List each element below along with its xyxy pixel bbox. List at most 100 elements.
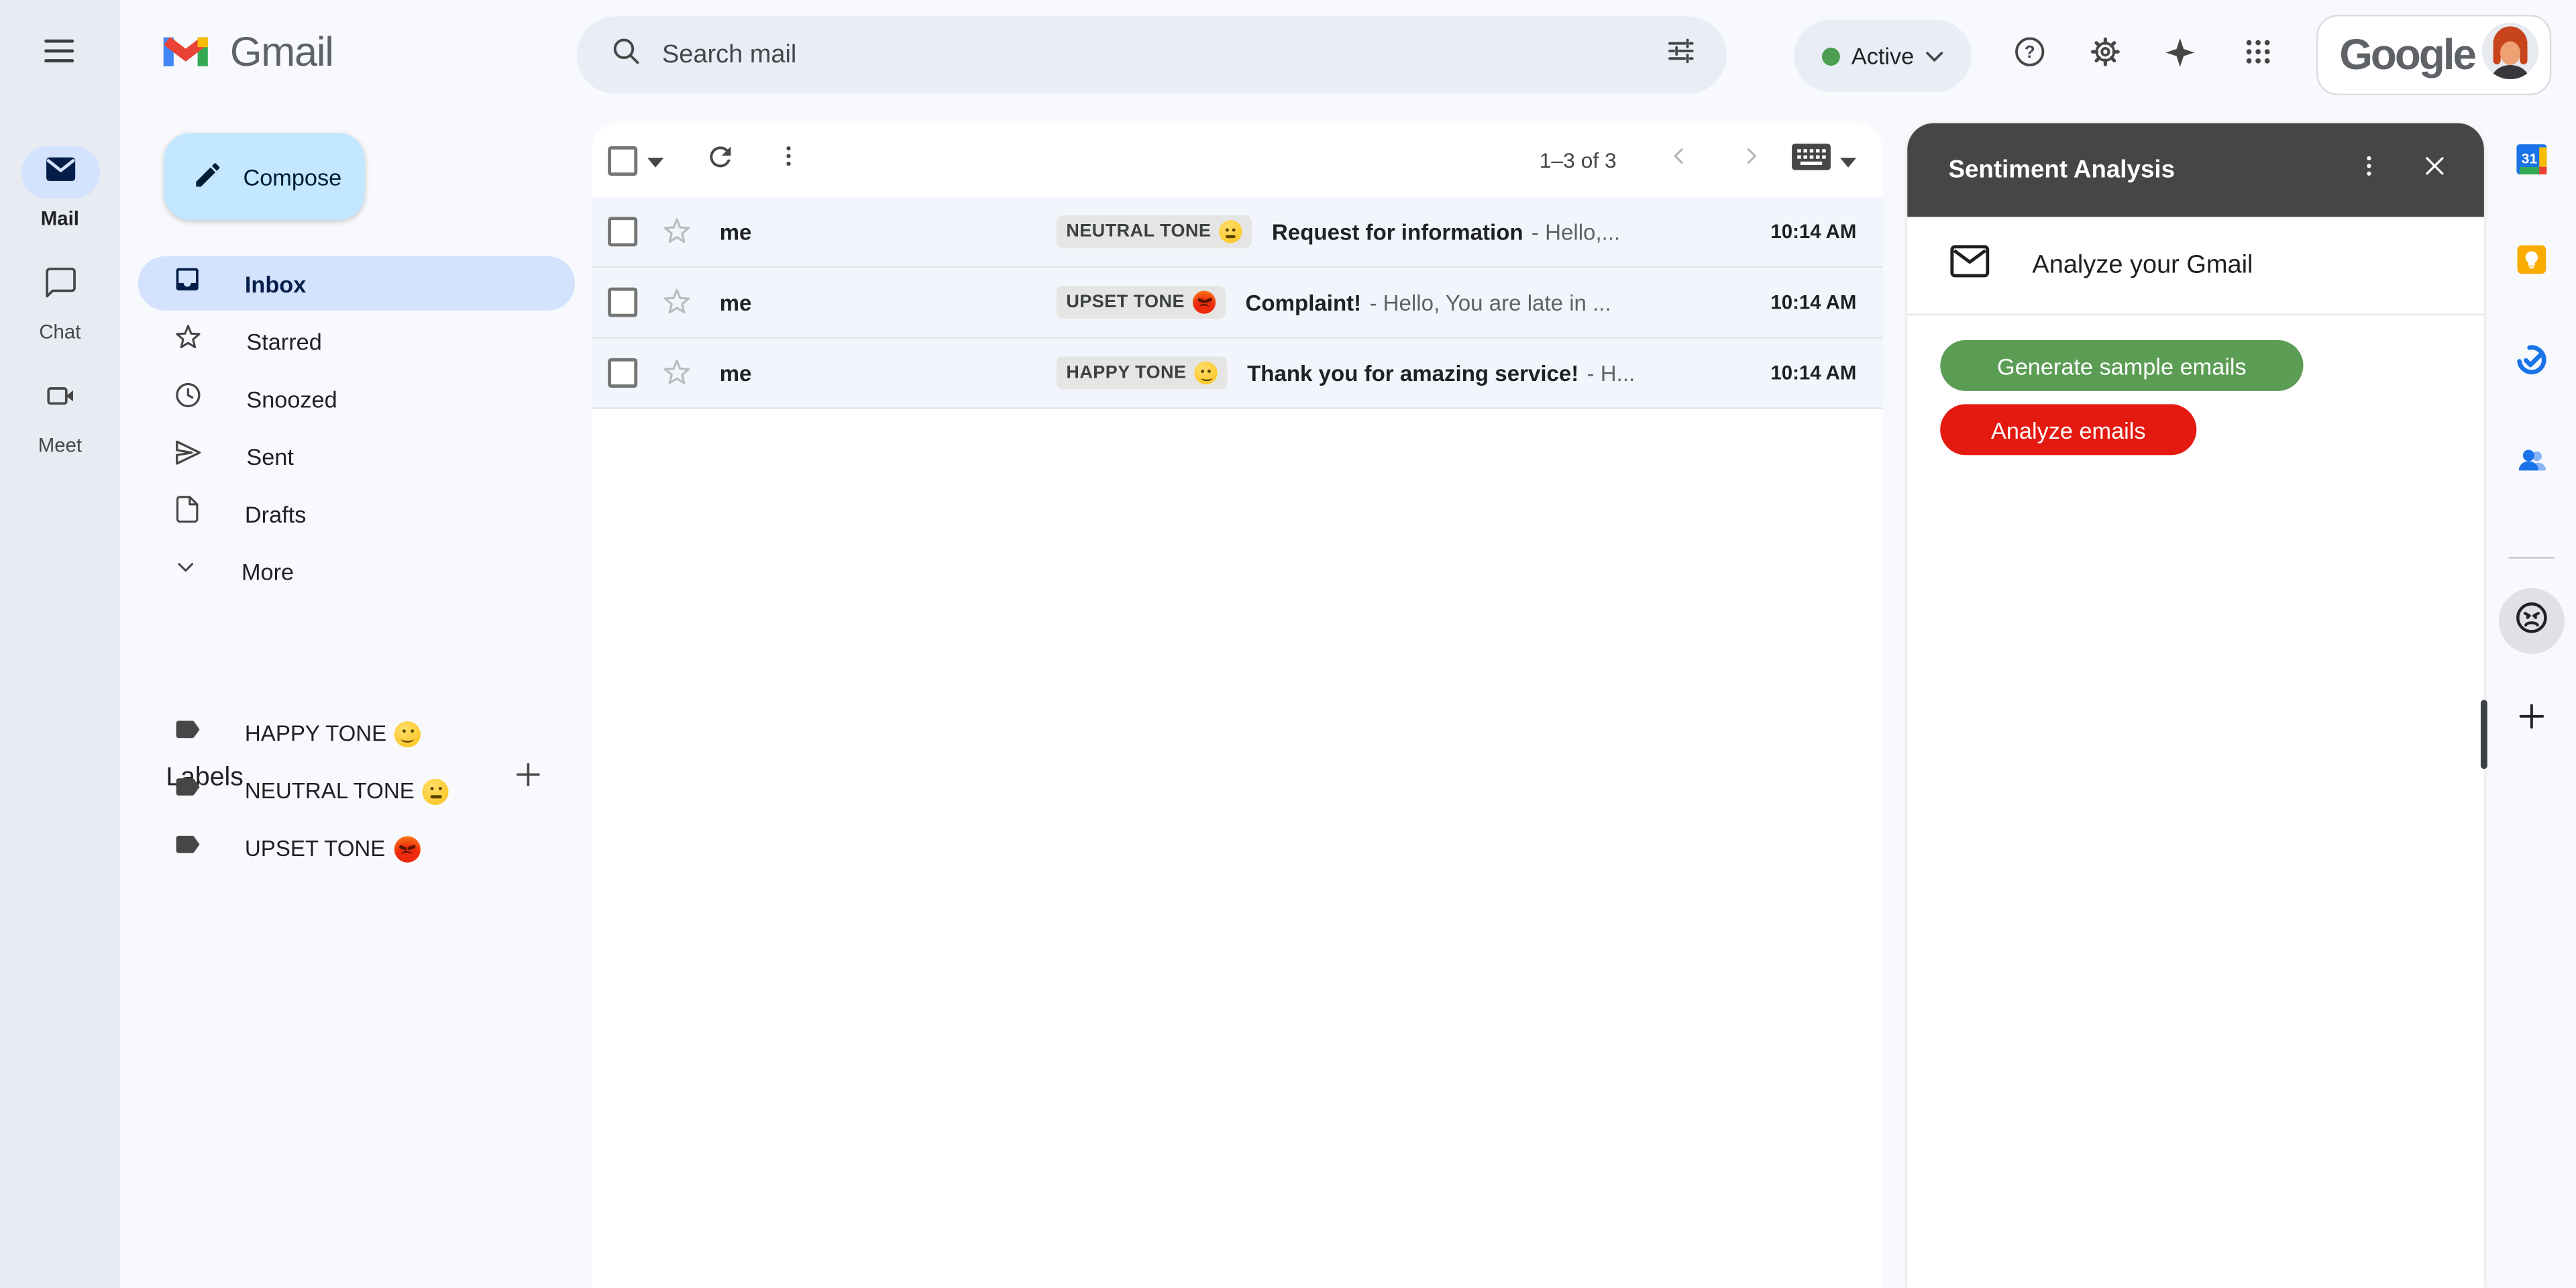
search-button[interactable] — [593, 22, 659, 88]
select-dropdown-arrow[interactable] — [647, 146, 663, 175]
apps-grid-icon — [2242, 36, 2273, 76]
row-checkbox[interactable] — [608, 288, 637, 317]
contacts-icon — [2514, 441, 2550, 486]
status-selector[interactable]: Active — [1794, 19, 1971, 92]
sidebar-item-snoozed[interactable]: Snoozed — [138, 371, 575, 425]
chevron-left-icon — [1666, 143, 1692, 177]
list-toolbar: 1–3 of 3 — [592, 123, 1883, 197]
draft-icon — [172, 494, 202, 532]
sidebar-item-more[interactable]: More — [138, 544, 575, 598]
email-list-card: 1–3 of 3 — [592, 123, 1883, 1288]
calendar-icon: 31 — [2514, 140, 2550, 184]
search-options-button[interactable] — [1648, 22, 1713, 88]
chip-text: NEUTRAL TONE — [1066, 222, 1211, 241]
sidebar-label-happy-tone[interactable]: HAPPY TONE — [138, 706, 575, 761]
star-toggle[interactable] — [660, 286, 693, 319]
contacts-sidebar-button[interactable] — [2499, 431, 2565, 496]
sidebar-label-upset-tone[interactable]: UPSET TONE — [138, 821, 575, 875]
sidebar-item-drafts-label: Drafts — [245, 500, 306, 527]
google-wordmark: Google — [2339, 30, 2475, 80]
settings-button[interactable] — [2072, 23, 2137, 89]
label-chip-neutral-tone[interactable]: NEUTRAL TONE — [1057, 215, 1252, 248]
chevron-right-icon — [1738, 143, 1764, 177]
analyze-emails-button[interactable]: Analyze emails — [1940, 404, 2196, 455]
inbox-icon — [172, 264, 202, 302]
sidebar-label-neutral-tone[interactable]: NEUTRAL TONE — [138, 764, 575, 818]
rail-item-meet[interactable]: Meet — [0, 373, 120, 457]
label-chip-happy-tone[interactable]: HAPPY TONE — [1057, 356, 1228, 389]
label-tag-icon — [172, 714, 202, 752]
newer-page-button[interactable] — [1646, 127, 1712, 193]
calendar-sidebar-button[interactable]: 31 — [2499, 129, 2565, 195]
star-toggle[interactable] — [660, 356, 693, 389]
addon-panel-header: Sentiment Analysis — [1907, 123, 2484, 217]
tune-icon — [1664, 34, 1697, 75]
neutral-emoji — [423, 778, 449, 804]
compose-button[interactable]: Compose — [164, 133, 365, 220]
sidebar-item-sent[interactable]: Sent — [138, 429, 575, 483]
email-sender: me — [720, 219, 1057, 244]
more-options-button[interactable] — [756, 127, 822, 193]
star-icon — [172, 321, 204, 361]
search-input[interactable] — [659, 39, 1648, 72]
sidebar-item-drafts[interactable]: Drafts — [138, 486, 575, 541]
sidebar-item-more-label: More — [241, 557, 294, 584]
videocam-icon — [42, 378, 78, 419]
label-chip-upset-tone[interactable]: UPSET TONE — [1057, 286, 1226, 319]
select-all-checkbox[interactable] — [608, 146, 637, 175]
companion-rail: 31 — [2484, 112, 2576, 1288]
gmail-wordmark: Gmail — [230, 29, 333, 76]
email-subject: Complaint! — [1246, 290, 1362, 315]
addon-menu-button[interactable] — [2336, 137, 2402, 203]
email-row[interactable]: me HAPPY TONE Thank you for amazing serv… — [592, 338, 1883, 409]
label-neutral-tone-text: NEUTRAL TONE — [245, 779, 415, 804]
rail-item-chat-label: Chat — [0, 321, 120, 343]
keyboard-icon — [1790, 142, 1831, 178]
get-addons-button[interactable] — [2499, 687, 2565, 753]
gmail-window: Mail Chat Meet Gmail — [0, 0, 2576, 1288]
avatar[interactable] — [2479, 19, 2542, 90]
addon-panel-title: Sentiment Analysis — [1948, 156, 2336, 184]
row-checkbox[interactable] — [608, 217, 637, 246]
happy-emoji — [394, 720, 421, 747]
star-toggle[interactable] — [660, 215, 693, 248]
sidebar-item-inbox[interactable]: Inbox — [138, 256, 575, 311]
send-icon — [172, 436, 204, 476]
rail-divider — [2509, 557, 2555, 558]
main-menu-button[interactable] — [26, 21, 92, 87]
gemini-button[interactable] — [2147, 23, 2213, 89]
pencil-icon — [193, 158, 224, 195]
row-checkbox[interactable] — [608, 358, 637, 388]
plus-icon — [2515, 699, 2548, 740]
generate-sample-emails-button[interactable]: Generate sample emails — [1940, 340, 2303, 391]
neutral-emoji — [1220, 220, 1242, 243]
svg-text:?: ? — [2024, 43, 2035, 62]
rail-item-mail[interactable]: Mail — [0, 146, 120, 230]
email-time: 10:14 AM — [1770, 220, 1856, 243]
search-icon — [610, 34, 643, 75]
addon-close-button[interactable] — [2402, 137, 2467, 203]
addon-section-title: Analyze your Gmail — [2032, 250, 2253, 280]
email-row[interactable]: me NEUTRAL TONE Request for information … — [592, 197, 1883, 268]
refresh-button[interactable] — [687, 127, 753, 193]
active-status-dot — [1822, 47, 1840, 65]
older-page-button[interactable] — [1719, 127, 1784, 193]
help-button[interactable]: ? — [1996, 23, 2062, 89]
refresh-icon — [704, 140, 735, 180]
sentiment-addon-button[interactable] — [2499, 588, 2565, 654]
mail-icon — [44, 155, 76, 189]
google-apps-button[interactable] — [2224, 23, 2290, 89]
sidebar-item-starred[interactable]: Starred — [138, 314, 575, 368]
search-bar — [577, 16, 1727, 93]
addon-section-header: Analyze your Gmail — [1907, 217, 2484, 315]
rail-item-chat[interactable]: Chat — [0, 260, 120, 343]
email-snippet: - Hello,... — [1532, 219, 1754, 244]
envelope-icon — [1950, 245, 1990, 286]
gmail-logo: Gmail — [158, 26, 333, 78]
email-subject: Thank you for amazing service! — [1247, 361, 1578, 386]
input-tools-button[interactable] — [1790, 142, 1856, 178]
keep-sidebar-button[interactable] — [2499, 230, 2565, 296]
email-row[interactable]: me UPSET TONE Complaint! - Hello, You ar… — [592, 268, 1883, 338]
tasks-sidebar-button[interactable] — [2499, 330, 2565, 396]
angry-emoji — [1193, 290, 1216, 313]
